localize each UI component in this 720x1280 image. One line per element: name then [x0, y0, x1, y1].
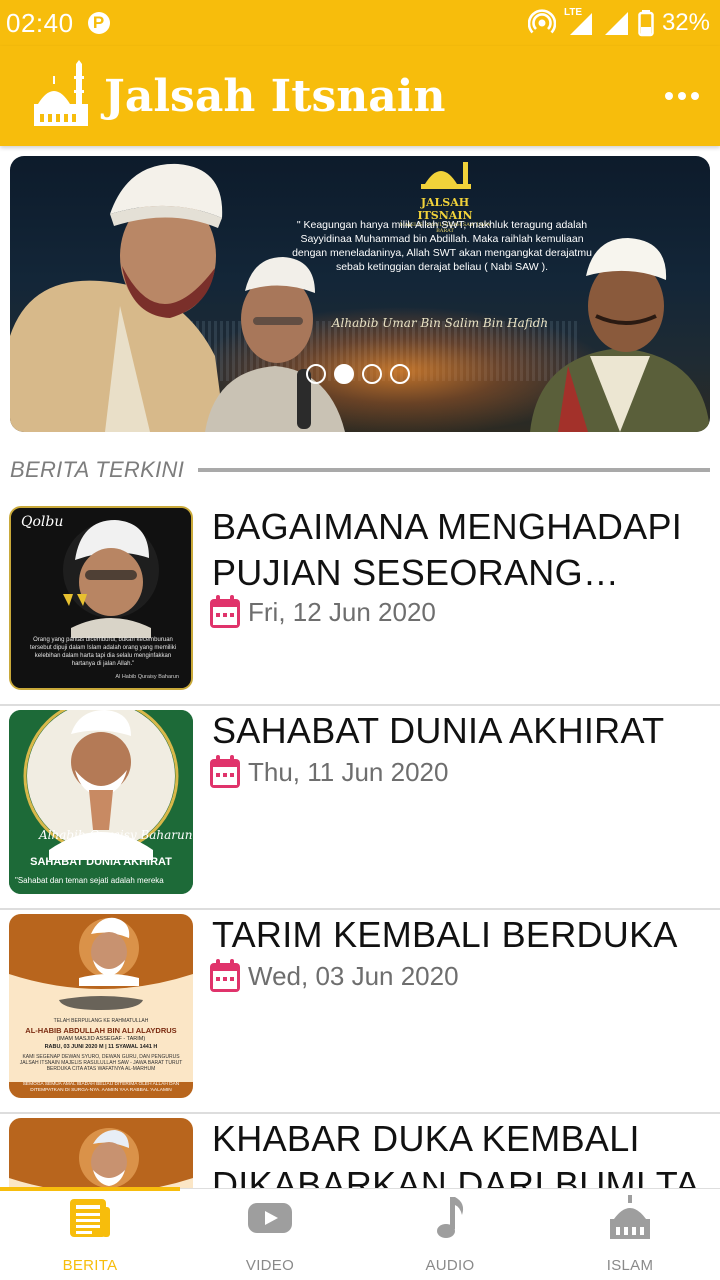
thumbnail-quote: "Sahabat dan teman sejati adalah mereka	[15, 876, 164, 885]
news-date: Fri, 12 Jun 2020	[248, 596, 436, 627]
dot	[678, 92, 686, 100]
dot	[691, 92, 699, 100]
thumbnail-author: Al Habib Quraisy Baharun	[115, 674, 179, 680]
news-list: Qolbu Orang yang pantas dicemburui, buka…	[0, 502, 720, 1280]
news-item[interactable]: TELAH BERPULANG KE RAHMATULLAH AL-HABIB …	[0, 910, 720, 1114]
carousel-indicator	[306, 364, 410, 384]
section-header: BERITA TERKINI	[10, 456, 710, 484]
nav-item-audio[interactable]: AUDIO	[360, 1189, 540, 1280]
nav-item-video[interactable]: VIDEO	[180, 1189, 360, 1280]
app-title: Jalsah Itsnain	[104, 70, 446, 122]
thumbnail-line1: TELAH BERPULANG KE RAHMATULLAH	[53, 1018, 149, 1024]
news-title[interactable]: SAHABAT DUNIA AKHIRAT	[212, 708, 712, 754]
section-divider	[198, 468, 710, 472]
news-item[interactable]: Qolbu Orang yang pantas dicemburui, buka…	[0, 502, 720, 706]
news-date: Thu, 11 Jun 2020	[248, 756, 449, 787]
news-date-row: Fri, 12 Jun 2020	[208, 594, 436, 630]
nav-label: AUDIO	[425, 1257, 475, 1274]
carousel-dot[interactable]	[390, 364, 410, 384]
battery-icon	[638, 10, 654, 37]
nav-item-berita[interactable]: BERITA	[0, 1189, 180, 1280]
calendar-icon	[210, 755, 240, 788]
newspaper-icon	[70, 1199, 110, 1237]
mosque-icon	[610, 1195, 650, 1239]
news-date: Wed, 03 Jun 2020	[248, 960, 459, 991]
news-item[interactable]: Alhabib Quraisy Baharun SAHABAT DUNIA AK…	[0, 706, 720, 910]
thumbnail-body: KAMI SEGENAP DEWAN SYURO, DEWAN GURU, DA…	[19, 1054, 183, 1072]
news-date-row: Wed, 03 Jun 2020	[208, 958, 459, 994]
status-time: 02:40	[6, 7, 74, 38]
carousel-dot[interactable]	[362, 364, 382, 384]
carousel-dot-active[interactable]	[334, 364, 354, 384]
nav-label: BERITA	[62, 1257, 118, 1274]
battery-percent: 32%	[661, 9, 710, 36]
app-bar: Jalsah Itsnain	[0, 46, 720, 146]
signal-icon	[604, 12, 628, 35]
thumbnail-prayer: SEMOGA SEMUA AMAL IBADAH BELIAU DITERIMA…	[22, 1082, 180, 1093]
bottom-navigation: BERITA VIDEO AUDIO ISLAM	[0, 1187, 720, 1280]
thumbnail-caption: SAHABAT DUNIA AKHIRAT	[30, 856, 172, 868]
banner-signature: Alhabib Umar Bin Salim Bin Hafidh	[331, 316, 549, 330]
thumbnail-quote: Orang yang pantas dicemburui, bukan kece…	[29, 637, 177, 667]
calendar-icon	[210, 959, 240, 992]
nav-label: ISLAM	[606, 1257, 654, 1274]
thumbnail-signature: Alhabib Quraisy Baharun	[39, 828, 193, 842]
news-date-row: Thu, 11 Jun 2020	[208, 754, 448, 790]
active-tab-indicator	[0, 1187, 180, 1191]
thumbnail-role: (IMAM MASJID ASSEGAF - TARIM)	[56, 1036, 146, 1042]
more-options-button[interactable]	[662, 76, 702, 116]
news-thumbnail: TELAH BERPULANG KE RAHMATULLAH AL-HABIB …	[9, 914, 193, 1098]
banner-person-middle-image	[205, 257, 345, 432]
news-thumbnail: Qolbu Orang yang pantas dicemburui, buka…	[9, 506, 193, 690]
thumbnail-date: RABU, 03 JUNI 2020 M | 11 SYAWAL 1441 H	[44, 1044, 158, 1050]
nav-label: VIDEO	[245, 1257, 295, 1274]
calendar-icon	[210, 595, 240, 628]
music-note-icon	[437, 1197, 464, 1238]
carousel-dot[interactable]	[306, 364, 326, 384]
hotspot-icon	[527, 9, 556, 34]
news-title[interactable]: BAGAIMANA MENGHADAPI PUJIAN SESEORANG TE…	[212, 504, 712, 596]
banner-carousel[interactable]: JALSAH ITSNAIN MAJELIS RASULULLAH SAW JA…	[10, 156, 710, 432]
thumbnail-brand: Qolbu	[21, 514, 64, 530]
banner-quote: " Keagungan hanya milik Allah SWT, makhl…	[292, 219, 592, 273]
dot	[665, 92, 673, 100]
news-title[interactable]: TARIM KEMBALI BERDUKA	[212, 912, 712, 958]
status-bar: 02:40 P LTE 32%	[0, 0, 720, 46]
nav-item-islam[interactable]: ISLAM	[540, 1189, 720, 1280]
signal-lte-icon: LTE	[564, 7, 594, 37]
banner-brand-mosque-icon	[421, 162, 471, 189]
thumbnail-name: AL-HABIB ABDULLAH BIN ALI ALAYDRUS	[25, 1026, 177, 1035]
section-title: BERITA TERKINI	[10, 457, 185, 482]
news-thumbnail: Alhabib Quraisy Baharun SAHABAT DUNIA AK…	[9, 710, 193, 894]
parking-notification-icon: P	[87, 12, 110, 34]
youtube-play-icon	[248, 1203, 292, 1233]
mosque-logo-icon	[34, 60, 88, 126]
